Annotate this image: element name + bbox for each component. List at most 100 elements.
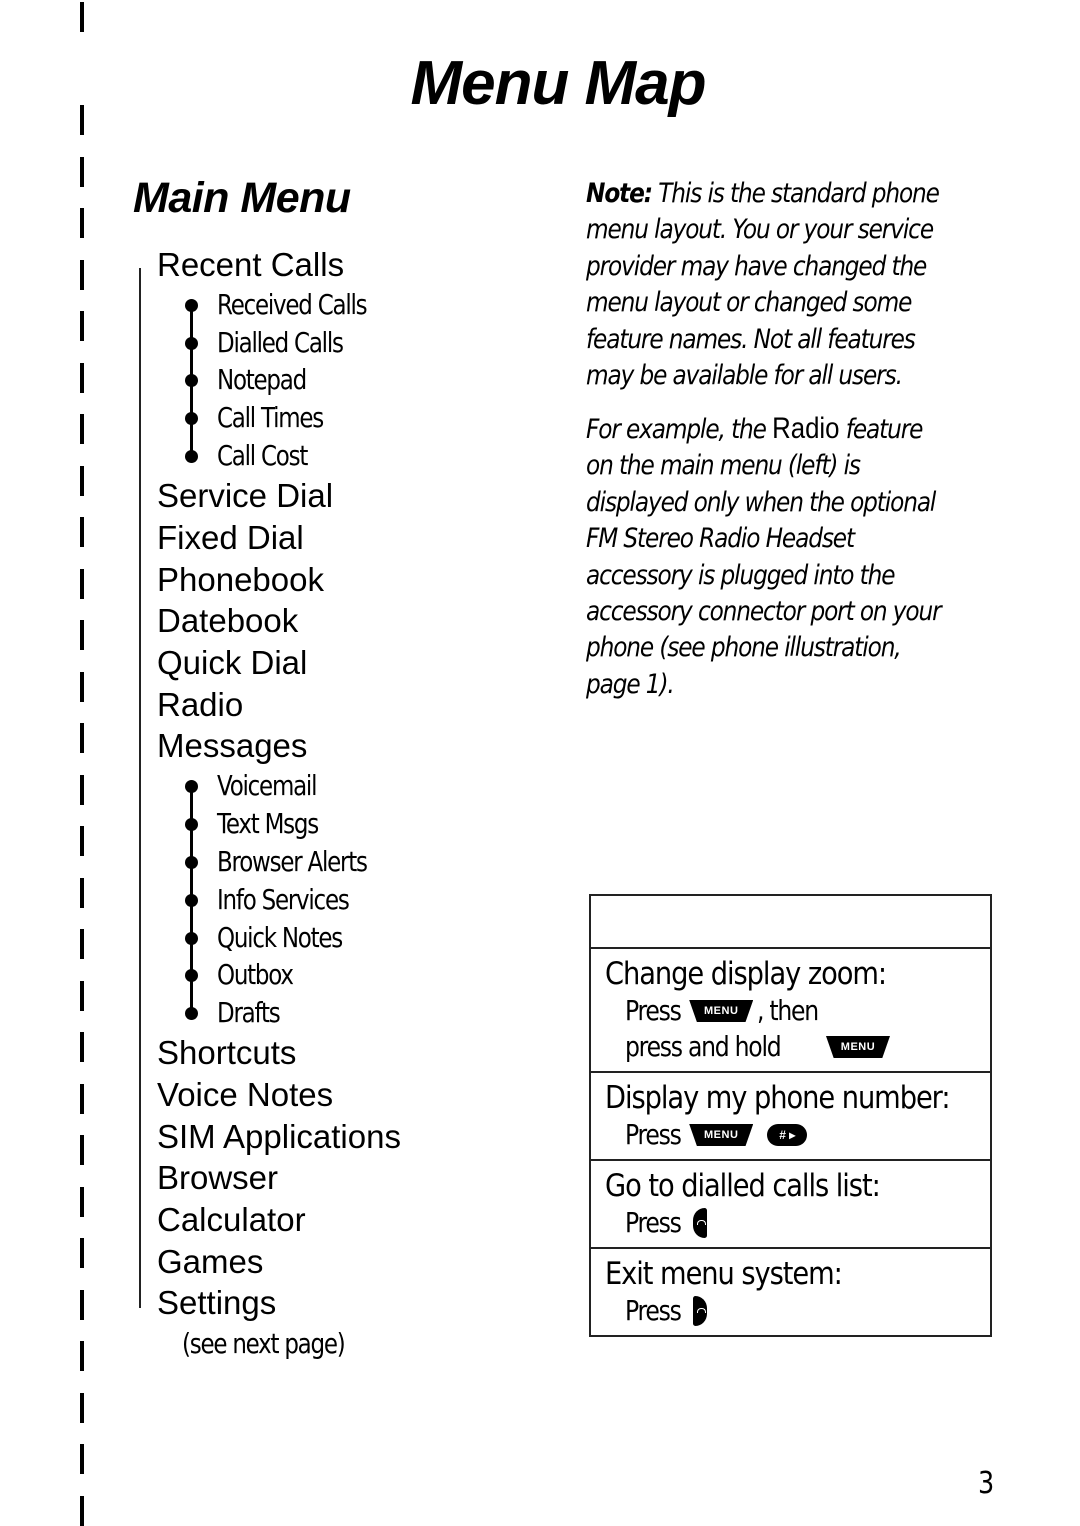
- cut-mark-dash: [80, 1032, 84, 1062]
- note-line: menu layout or changed some: [586, 287, 912, 319]
- cut-mark-dash: [80, 1290, 84, 1320]
- cut-mark-dash: [80, 1444, 84, 1474]
- menu-item-voice-notes: Voice Notes: [157, 1075, 334, 1113]
- cut-mark-dash: [80, 414, 84, 444]
- bullet-icon: [185, 817, 198, 831]
- note-line: displayed only when the optional: [586, 486, 936, 518]
- menu-item-sim-applications: SIM Applications: [157, 1117, 401, 1155]
- bullet-icon: [185, 298, 198, 312]
- menu-key-icon: MENU: [825, 1036, 890, 1058]
- main-menu-title: Main Menu: [133, 174, 351, 222]
- note-line: page 1).: [586, 668, 675, 700]
- menu-key-icon: MENU: [689, 1000, 754, 1022]
- submenu-item: Notepad: [157, 361, 401, 399]
- send-key-icon: [693, 1208, 708, 1238]
- note-line: accessory connector port on your: [586, 596, 942, 628]
- cut-mark-dash: [80, 620, 84, 650]
- radio-example-note: For example, the Radio feature on the ma…: [586, 411, 1006, 703]
- cut-mark-dash: [80, 723, 84, 753]
- menu-key-icon: MENU: [689, 1124, 754, 1146]
- bullet-icon: [185, 931, 198, 945]
- shortcut-label: Exit menu system:: [605, 1256, 843, 1292]
- cut-mark-dash: [80, 1393, 84, 1423]
- menu-item-shortcuts: Shortcuts: [157, 1034, 297, 1072]
- note-line: FM Stereo Radio Headset: [586, 523, 855, 555]
- cut-mark-dash: [80, 569, 84, 599]
- cut-mark-dash: [80, 1135, 84, 1165]
- bullet-icon: [185, 855, 198, 869]
- menu-item-quick-dial: Quick Dial: [157, 643, 308, 681]
- note-line: feature names. Not all features: [586, 323, 916, 355]
- shortcut-label: Change display zoom:: [605, 956, 887, 992]
- see-next-page-note: (see next page): [182, 1327, 346, 1360]
- bullet-icon: [185, 1007, 198, 1021]
- cut-mark-dash: [80, 311, 84, 341]
- note-line: menu layout. You or your service: [586, 214, 934, 246]
- bullet-icon: [185, 450, 198, 464]
- menu-item-service-dial: Service Dial: [157, 477, 334, 515]
- bullet-icon: [185, 336, 198, 350]
- menu-item-games: Games: [157, 1242, 264, 1280]
- cut-mark-dash: [80, 775, 84, 805]
- submenu-item: Info Services: [157, 881, 401, 919]
- menu-item-datebook: Datebook: [157, 602, 299, 640]
- cut-marks: [80, 0, 84, 1526]
- shortcut-change-display-zoom: Change display zoom: Press MENU , then p…: [591, 947, 990, 1071]
- cut-mark-dash: [80, 466, 84, 496]
- cut-mark-dash: [80, 157, 84, 187]
- menu-item-browser: Browser: [157, 1159, 279, 1197]
- cut-mark-dash: [80, 1238, 84, 1268]
- menu-item-radio: Radio: [157, 685, 244, 723]
- submenu-item: Outbox: [157, 956, 401, 994]
- shortcut-dialled-calls: Go to dialled calls list: Press: [591, 1159, 990, 1247]
- menu-layout-note: Note: This is the standard phone menu la…: [586, 176, 1006, 394]
- cut-mark-dash: [80, 1496, 84, 1526]
- cut-mark-dash: [80, 208, 84, 238]
- note-line: may be available for all users.: [586, 360, 903, 392]
- hash-key-icon: # ▸: [767, 1124, 808, 1146]
- cut-mark-dash: [80, 826, 84, 856]
- note-line: For example, the Radio feature: [586, 412, 923, 445]
- cut-mark-dash: [80, 929, 84, 959]
- cut-mark-dash: [80, 981, 84, 1011]
- shortcuts-header: [591, 896, 990, 947]
- menu-item-fixed-dial: Fixed Dial: [157, 518, 304, 556]
- submenu-item: Text Msgs: [157, 805, 401, 843]
- end-key-icon: [693, 1296, 708, 1326]
- main-menu-list: Recent Calls Received Calls Dialled Call…: [157, 244, 401, 1364]
- submenu-item: Drafts: [157, 994, 401, 1032]
- note-line: on the main menu (left) is: [586, 450, 861, 482]
- cut-mark-dash: [80, 2, 84, 32]
- submenu-recent-calls: Received Calls Dialled Calls Notepad Cal…: [157, 286, 401, 475]
- submenu-item: Call Cost: [157, 437, 401, 475]
- radio-feature-name: Radio: [772, 412, 840, 445]
- submenu-messages: Voicemail Text Msgs Browser Alerts Info …: [157, 767, 401, 1032]
- note-line: Note: This is the standard phone: [586, 178, 940, 209]
- submenu-item: Voicemail: [157, 767, 401, 805]
- menu-item-settings: Settings: [157, 1284, 277, 1322]
- shortcut-exit-menu: Exit menu system: Press: [591, 1247, 990, 1335]
- page-number: 3: [978, 1466, 995, 1501]
- submenu-item: Dialled Calls: [157, 324, 401, 362]
- note-line: provider may have changed the: [586, 250, 927, 282]
- cut-mark-dash: [80, 260, 84, 290]
- cut-mark-dash: [80, 363, 84, 393]
- shortcut-display-phone-number: Display my phone number: Press MENU # ▸: [591, 1071, 990, 1159]
- cut-mark-dash: [80, 878, 84, 908]
- submenu-item: Browser Alerts: [157, 843, 401, 881]
- cut-mark-dash: [80, 517, 84, 547]
- menu-item-calculator: Calculator: [157, 1200, 306, 1238]
- bullet-icon: [185, 969, 198, 983]
- bullet-icon: [185, 779, 198, 793]
- menu-item-phonebook: Phonebook: [157, 560, 324, 598]
- cut-mark-dash: [80, 1187, 84, 1217]
- submenu-item: Quick Notes: [157, 919, 401, 957]
- note-line: phone (see phone illustration,: [586, 632, 902, 664]
- menu-item-recent-calls: Recent Calls: [157, 246, 345, 283]
- submenu-item: Received Calls: [157, 286, 401, 324]
- bullet-icon: [185, 893, 198, 907]
- shortcuts-table: Change display zoom: Press MENU , then p…: [589, 894, 992, 1337]
- cut-mark-dash: [80, 1084, 84, 1114]
- bullet-icon: [185, 412, 198, 426]
- shortcut-label: Go to dialled calls list:: [605, 1168, 881, 1204]
